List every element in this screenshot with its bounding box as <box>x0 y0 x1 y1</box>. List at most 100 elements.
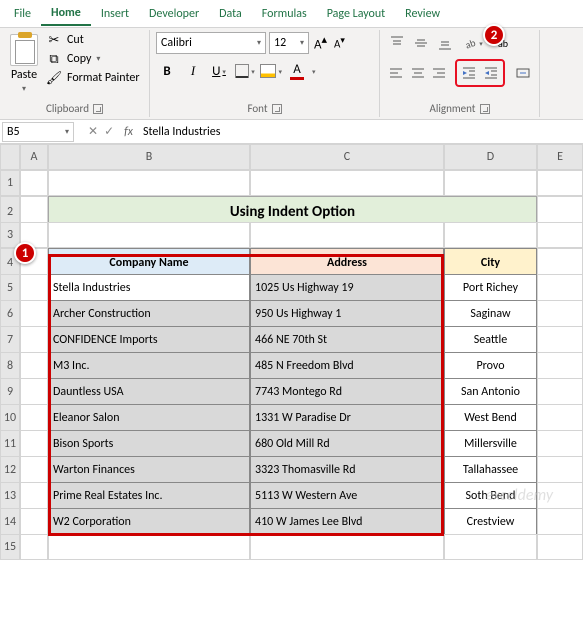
row-header[interactable]: 10 <box>0 404 20 432</box>
tab-pagelayout[interactable]: Page Layout <box>317 3 395 25</box>
align-right-button[interactable] <box>430 62 450 84</box>
cell[interactable] <box>20 274 48 302</box>
row-header[interactable]: 8 <box>0 352 20 380</box>
table-cell[interactable]: Archer Construction <box>48 300 250 328</box>
cell[interactable] <box>537 378 583 406</box>
cell[interactable] <box>444 222 537 248</box>
table-cell[interactable]: 410 W James Lee Blvd <box>250 508 444 536</box>
fill-color-button[interactable]: ▾ <box>260 60 282 82</box>
orientation-button[interactable]: ab▾ <box>462 32 484 54</box>
col-header-d[interactable]: D <box>444 144 537 170</box>
table-cell[interactable]: 3323 Thomasville Rd <box>250 456 444 484</box>
cell[interactable] <box>20 378 48 406</box>
align-top-button[interactable] <box>386 32 408 54</box>
paste-button[interactable]: Paste ▾ <box>6 32 42 96</box>
cell[interactable] <box>537 170 583 196</box>
align-center-button[interactable] <box>408 62 428 84</box>
align-left-button[interactable] <box>386 62 406 84</box>
cell[interactable] <box>20 508 48 536</box>
row-header[interactable]: 1 <box>0 170 20 196</box>
cell[interactable] <box>537 430 583 458</box>
col-header-b[interactable]: B <box>48 144 250 170</box>
tab-data[interactable]: Data <box>209 3 252 25</box>
table-cell[interactable]: Tallahassee <box>444 456 537 484</box>
fx-icon[interactable]: fx <box>120 125 137 139</box>
shrink-font-button[interactable]: A▾ <box>332 35 347 51</box>
row-header[interactable]: 12 <box>0 456 20 484</box>
font-color-button[interactable]: A <box>286 60 308 82</box>
table-cell[interactable]: 466 NE 70th St <box>250 326 444 354</box>
table-cell[interactable]: Bison Sports <box>48 430 250 458</box>
cell[interactable] <box>48 170 250 196</box>
table-cell[interactable]: W2 Corporation <box>48 508 250 536</box>
table-cell[interactable]: Millersville <box>444 430 537 458</box>
increase-indent-button[interactable] <box>480 62 502 84</box>
select-all-corner[interactable] <box>0 144 20 170</box>
cell[interactable] <box>20 456 48 484</box>
table-cell[interactable]: Crestview <box>444 508 537 536</box>
row-header[interactable]: 5 <box>0 274 20 302</box>
font-name-select[interactable]: Calibri▾ <box>156 32 266 54</box>
tab-insert[interactable]: Insert <box>91 3 139 25</box>
row-header[interactable]: 13 <box>0 482 20 510</box>
merge-button[interactable] <box>513 62 533 84</box>
cell[interactable] <box>537 534 583 560</box>
cell[interactable] <box>20 352 48 380</box>
formula-input[interactable]: Stella Industries <box>137 125 583 139</box>
cell[interactable] <box>537 326 583 354</box>
cell[interactable] <box>48 222 250 248</box>
table-cell[interactable]: 5113 W Western Ave <box>250 482 444 510</box>
col-header-e[interactable]: E <box>537 144 583 170</box>
underline-button[interactable]: U▾ <box>208 60 230 82</box>
table-cell[interactable]: CONFIDENCE Imports <box>48 326 250 354</box>
table-cell[interactable]: San Antonio <box>444 378 537 406</box>
cell[interactable] <box>48 534 250 560</box>
cell[interactable] <box>537 456 583 484</box>
cell[interactable] <box>537 352 583 380</box>
cell[interactable] <box>250 222 444 248</box>
cell[interactable] <box>444 170 537 196</box>
table-cell[interactable]: Warton Finances <box>48 456 250 484</box>
cell[interactable] <box>537 508 583 536</box>
font-size-select[interactable]: 12▾ <box>269 32 309 54</box>
row-header[interactable]: 11 <box>0 430 20 458</box>
format-painter-button[interactable]: 🖌 Format Painter <box>46 70 140 86</box>
cell[interactable] <box>250 534 444 560</box>
cancel-icon[interactable]: ✕ <box>88 124 98 139</box>
table-cell[interactable]: Provo <box>444 352 537 380</box>
tab-formulas[interactable]: Formulas <box>252 3 317 25</box>
table-cell[interactable]: Port Richey <box>444 274 537 302</box>
tab-review[interactable]: Review <box>395 3 450 25</box>
row-header[interactable]: 14 <box>0 508 20 536</box>
cell[interactable] <box>20 430 48 458</box>
bold-button[interactable]: B <box>156 60 178 82</box>
table-cell[interactable]: 680 Old Mill Rd <box>250 430 444 458</box>
dialog-launcher-icon[interactable] <box>480 104 490 114</box>
cell[interactable] <box>537 404 583 432</box>
decrease-indent-button[interactable] <box>458 62 480 84</box>
tab-developer[interactable]: Developer <box>139 3 209 25</box>
border-button[interactable]: ▾ <box>234 60 256 82</box>
cell[interactable] <box>444 534 537 560</box>
table-cell[interactable]: Stella Industries <box>48 274 250 302</box>
dialog-launcher-icon[interactable] <box>272 104 282 114</box>
align-middle-button[interactable] <box>410 32 432 54</box>
tab-home[interactable]: Home <box>41 2 91 26</box>
grow-font-button[interactable]: A▴ <box>312 33 329 52</box>
table-cell[interactable]: Eleanor Salon <box>48 404 250 432</box>
table-cell[interactable]: West Bend <box>444 404 537 432</box>
col-header-a[interactable]: A <box>20 144 48 170</box>
cell[interactable] <box>20 326 48 354</box>
col-header-c[interactable]: C <box>250 144 444 170</box>
table-cell[interactable]: Seattle <box>444 326 537 354</box>
table-cell[interactable]: 1025 Us Highway 19 <box>250 274 444 302</box>
cell[interactable] <box>537 274 583 302</box>
italic-button[interactable]: I <box>182 60 204 82</box>
align-bottom-button[interactable] <box>434 32 456 54</box>
table-cell[interactable]: Prime Real Estates Inc. <box>48 482 250 510</box>
table-cell[interactable]: Saginaw <box>444 300 537 328</box>
cell[interactable] <box>250 170 444 196</box>
cut-button[interactable]: ✂ Cut <box>46 32 140 48</box>
row-header[interactable]: 7 <box>0 326 20 354</box>
row-header[interactable]: 6 <box>0 300 20 328</box>
